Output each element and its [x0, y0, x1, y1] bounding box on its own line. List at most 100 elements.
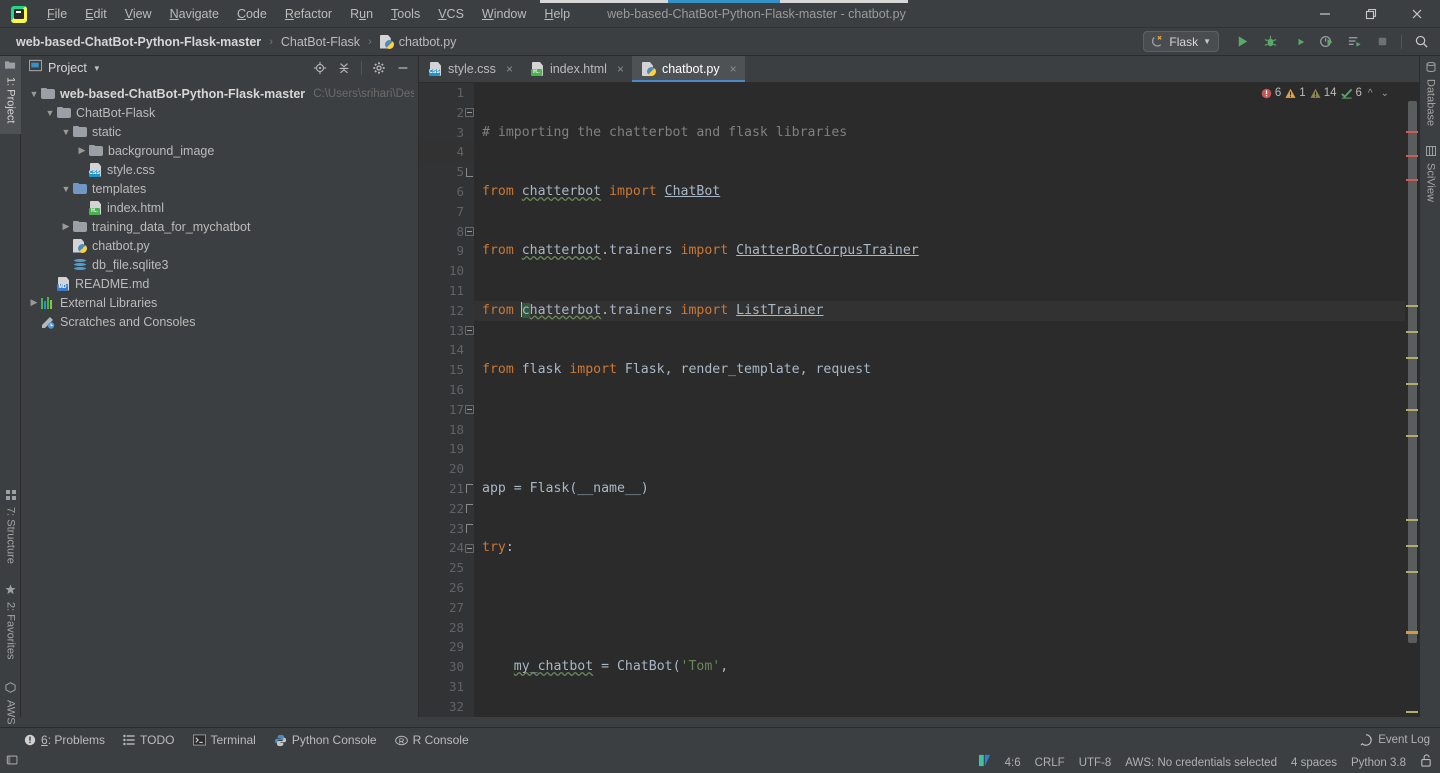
layout-icon[interactable] — [6, 753, 20, 772]
tree-node-style-css[interactable]: ▶CSSstyle.css — [21, 160, 418, 179]
hide-panel-button[interactable] — [392, 58, 414, 78]
tree-node-chatbot-py[interactable]: ▶chatbot.py — [21, 236, 418, 255]
typo-marker[interactable] — [1406, 519, 1418, 521]
typo-marker[interactable] — [1406, 331, 1418, 333]
minimize-icon[interactable] — [1302, 0, 1348, 28]
maximize-icon[interactable] — [1348, 0, 1394, 28]
chevron-down-icon[interactable]: ▼ — [27, 89, 41, 99]
menu-tools[interactable]: Tools — [382, 3, 429, 25]
menu-vcs[interactable]: VCS — [429, 3, 473, 25]
warning-count[interactable]: 1 — [1285, 87, 1306, 99]
event-log-tab[interactable]: Event Log — [1360, 734, 1440, 746]
error-count[interactable]: 6 — [1261, 87, 1281, 99]
error-marker[interactable] — [1406, 155, 1418, 157]
file-encoding[interactable]: UTF-8 — [1079, 757, 1112, 769]
bottom-tab-terminal[interactable]: Terminal — [192, 733, 256, 747]
sidebar-item-database[interactable]: Database — [1420, 58, 1440, 134]
search-everywhere-button[interactable] — [1408, 30, 1434, 54]
error-marker[interactable] — [1406, 131, 1418, 133]
tree-node-readme-md[interactable]: ▶MDREADME.md — [21, 274, 418, 293]
close-tab-icon[interactable]: × — [506, 62, 513, 76]
run-button[interactable] — [1229, 30, 1255, 54]
chevron-down-icon[interactable]: ▼ — [93, 64, 101, 73]
python-interpreter[interactable]: Python 3.8 — [1351, 757, 1406, 769]
line-separator[interactable]: CRLF — [1035, 757, 1065, 769]
unlock-icon[interactable] — [1420, 753, 1432, 772]
sidebar-item-project[interactable]: 1: Project — [0, 56, 21, 134]
stop-button[interactable] — [1369, 30, 1395, 54]
aws-credentials-status[interactable]: AWS: No credentials selected — [1125, 757, 1277, 769]
run-coverage-button[interactable] — [1285, 30, 1311, 54]
tree-node-web-based-chatbot-python-flask-master[interactable]: ▼ web-based-ChatBot-Python-Flask-master C:… — [21, 84, 418, 103]
typo-marker[interactable] — [1406, 571, 1418, 573]
typo-marker[interactable] — [1406, 711, 1418, 713]
run-with-console-button[interactable] — [1341, 30, 1367, 54]
tree-node-background-image[interactable]: ▶ background_image — [21, 141, 418, 160]
locate-file-button[interactable] — [309, 58, 331, 78]
chevron-down-icon[interactable]: ⌄ — [1379, 88, 1391, 99]
typo-marker[interactable] — [1406, 409, 1418, 411]
menu-navigate[interactable]: Navigate — [161, 3, 228, 25]
typo-marker[interactable] — [1406, 545, 1418, 547]
caret-position[interactable]: 4:6 — [1005, 757, 1021, 769]
typo-count[interactable]: 6 — [1340, 87, 1362, 99]
menu-file[interactable]: File — [38, 3, 76, 25]
menu-run[interactable]: Run — [341, 3, 382, 25]
bottom-tab-python-console[interactable]: Python Console — [274, 733, 377, 747]
scrollbar-thumb[interactable] — [1408, 101, 1417, 643]
menu-view[interactable]: View — [116, 3, 161, 25]
tree-node-scratches-and-consoles[interactable]: ▶Scratches and Consoles — [21, 312, 418, 331]
close-tab-icon[interactable]: × — [617, 62, 624, 76]
sidebar-item-favorites[interactable]: 2: Favorites — [0, 580, 21, 672]
bottom-tab-todo[interactable]: TODO — [123, 733, 175, 747]
chevron-down-icon[interactable]: ▼ — [43, 108, 57, 118]
chevron-right-icon[interactable]: ▶ — [27, 297, 41, 308]
code-text[interactable]: # importing the chatterbot and flask lib… — [474, 83, 1419, 717]
chevron-right-icon[interactable]: ▶ — [59, 221, 73, 232]
validation-icon[interactable] — [978, 754, 991, 772]
bottom-tab-problems[interactable]: 6: Problems — [24, 733, 105, 747]
menu-code[interactable]: Code — [228, 3, 276, 25]
tab-chatbot-py[interactable]: chatbot.py × — [631, 56, 745, 82]
gear-icon[interactable] — [368, 58, 390, 78]
tree-node-static[interactable]: ▼ static — [21, 122, 418, 141]
code-editor[interactable]: 6 1 14 6 ^ ⌄ 123456 7 8 9 10 11 12 13 14… — [419, 83, 1419, 717]
debug-button[interactable] — [1257, 30, 1283, 54]
chevron-up-icon[interactable]: ^ — [1366, 88, 1375, 99]
typo-marker[interactable] — [1406, 435, 1418, 437]
chevron-right-icon[interactable]: ▶ — [75, 145, 89, 156]
profile-button[interactable] — [1313, 30, 1339, 54]
tab-index-html[interactable]: H.. index.html × — [521, 56, 632, 82]
weak-warning-count[interactable]: 14 — [1310, 87, 1337, 99]
editor-gutter[interactable]: 1 2 3 4 5 6 7 8 9 10 11 12 13 14 15 16 17 18 19 20 21 22 23 24 2… — [419, 83, 474, 717]
tree-node-db-file-sqlite3[interactable]: ▶db_file.sqlite3 — [21, 255, 418, 274]
bottom-tab-r-console[interactable]: R R Console — [394, 733, 469, 747]
close-tab-icon[interactable]: × — [730, 62, 737, 76]
sidebar-item-structure[interactable]: 7: Structure — [0, 486, 21, 574]
breadcrumb-file[interactable]: chatbot.py — [379, 34, 456, 49]
error-marker[interactable] — [1406, 179, 1418, 181]
close-icon[interactable] — [1394, 0, 1440, 28]
tree-node-index-html[interactable]: ▶H..index.html — [21, 198, 418, 217]
menu-edit[interactable]: Edit — [76, 3, 116, 25]
breadcrumb-project[interactable]: web-based-ChatBot-Python-Flask-master — [16, 35, 261, 49]
menu-refactor[interactable]: Refactor — [276, 3, 341, 25]
typo-marker[interactable] — [1406, 305, 1418, 307]
chevron-down-icon[interactable]: ▼ — [59, 184, 73, 194]
menu-help[interactable]: Help — [535, 3, 579, 25]
tab-style-css[interactable]: CSS style.css × — [419, 56, 521, 82]
indent-setting[interactable]: 4 spaces — [1291, 757, 1337, 769]
tree-node-templates[interactable]: ▼ templates — [21, 179, 418, 198]
menu-window[interactable]: Window — [473, 3, 535, 25]
typo-marker[interactable] — [1406, 383, 1418, 385]
tree-node-external-libraries[interactable]: ▶ External Libraries — [21, 293, 418, 312]
warning-marker[interactable] — [1406, 631, 1418, 634]
collapse-all-button[interactable] — [333, 58, 355, 78]
editor-scrollbar[interactable] — [1405, 83, 1419, 717]
run-configuration-selector[interactable]: Flask ▼ — [1143, 31, 1219, 52]
chevron-down-icon[interactable]: ▼ — [59, 127, 73, 137]
breadcrumb-folder[interactable]: ChatBot-Flask — [281, 35, 360, 49]
sidebar-item-sciview[interactable]: SciView — [1420, 142, 1440, 216]
tree-node-chatbot-flask[interactable]: ▼ ChatBot-Flask — [21, 103, 418, 122]
tree-node-training-data-for-mychatbot[interactable]: ▶ training_data_for_mychatbot — [21, 217, 418, 236]
